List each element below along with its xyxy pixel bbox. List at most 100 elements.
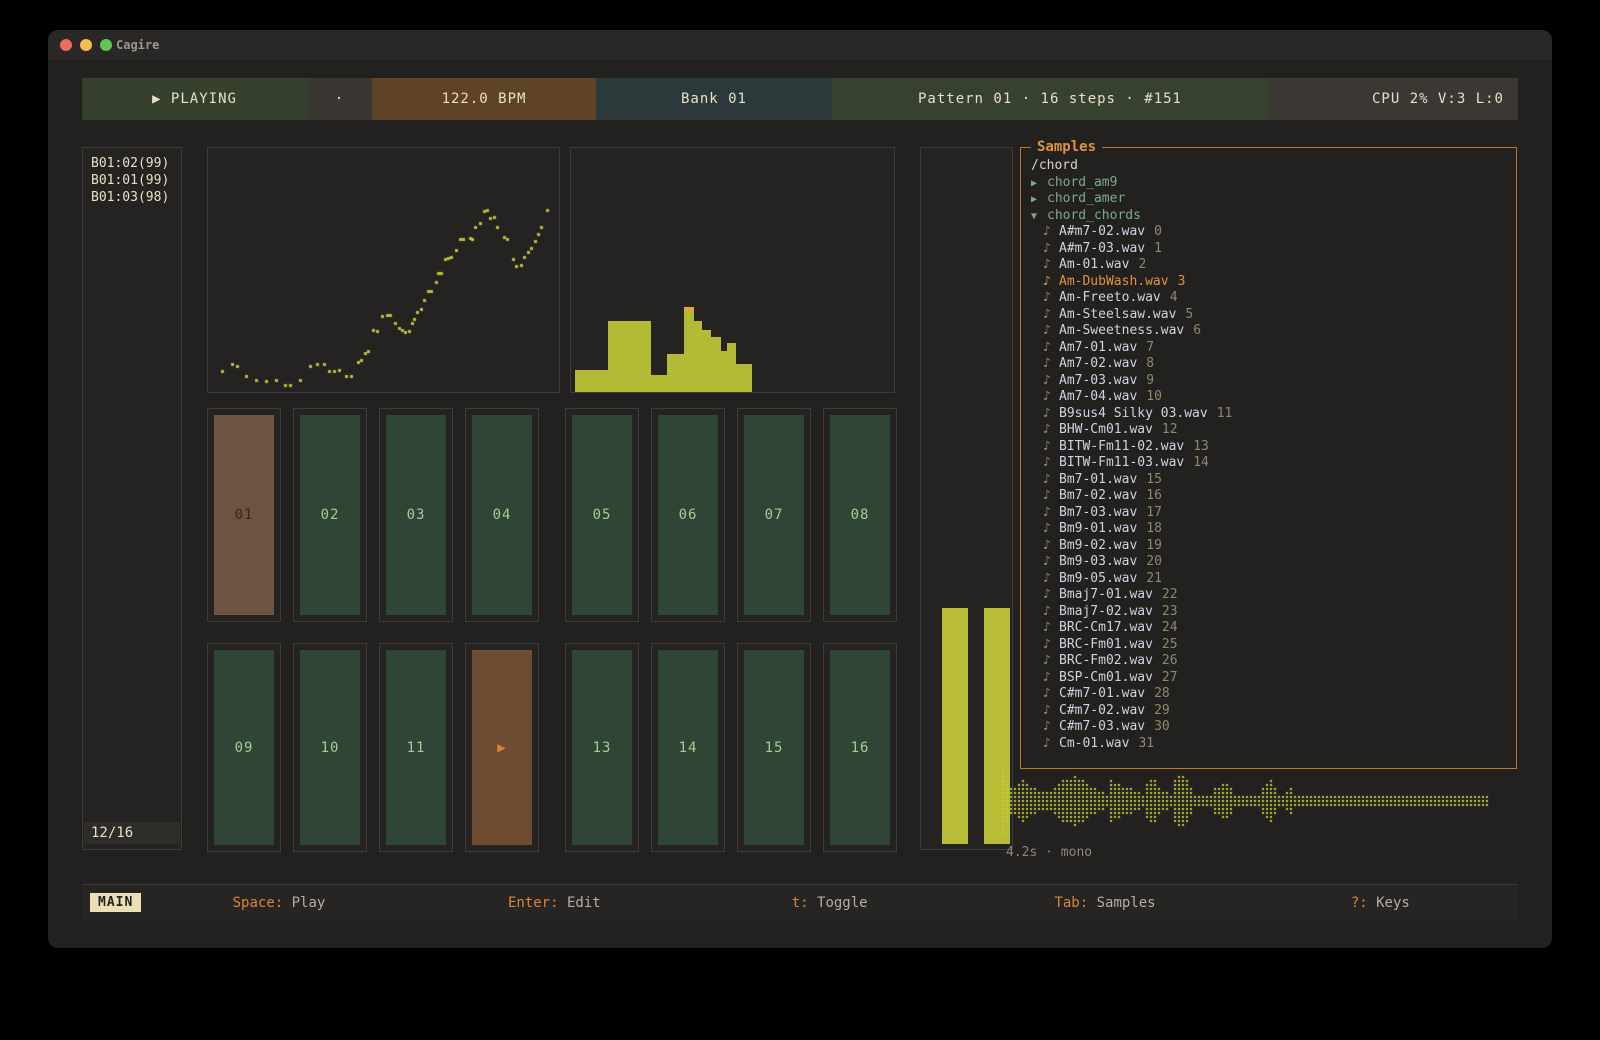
music-note-icon: ♪ — [1043, 241, 1059, 258]
pad-3-surface[interactable]: 03 — [386, 415, 446, 615]
pad-6-surface[interactable]: 06 — [658, 415, 718, 615]
sample-file-row[interactable]: ♪Am-Freeto.wav4 — [1031, 290, 1516, 307]
pad-1-surface[interactable]: 01 — [214, 415, 274, 615]
sample-file-row[interactable]: ♪Am-DubWash.wav3 — [1031, 274, 1516, 291]
title-bar[interactable]: Cagire — [48, 30, 1552, 60]
sample-file-row[interactable]: ♪Cm-01.wav31 — [1031, 736, 1516, 753]
sample-file-row[interactable]: ♪B9sus4 Silky 03.wav11 — [1031, 406, 1516, 423]
sample-file-row[interactable]: ♪Bm9-05.wav21 — [1031, 571, 1516, 588]
pad-11[interactable]: 11 — [379, 643, 453, 852]
status-segment-transport-status: ▶ PLAYING — [82, 78, 307, 120]
hint-t: t: Toggle — [692, 895, 967, 911]
folder-row[interactable]: ▼chord_chords — [1031, 208, 1516, 225]
sample-file-row[interactable]: ♪C#m7-03.wav30 — [1031, 719, 1516, 736]
sample-file-row[interactable]: ♪Bm9-02.wav19 — [1031, 538, 1516, 555]
sample-file-row[interactable]: ♪Bm9-01.wav18 — [1031, 521, 1516, 538]
music-note-icon: ♪ — [1043, 637, 1059, 654]
sample-file-row[interactable]: ♪A#m7-03.wav1 — [1031, 241, 1516, 258]
sample-file-row[interactable]: ♪Bm7-03.wav17 — [1031, 505, 1516, 522]
pad-4[interactable]: 04 — [465, 408, 539, 622]
sample-file-row[interactable]: ♪Bm7-01.wav15 — [1031, 472, 1516, 489]
pad-label: 04 — [493, 507, 512, 523]
pad-6[interactable]: 06 — [651, 408, 725, 622]
histogram-bar — [575, 370, 608, 392]
sample-file-row[interactable]: ♪C#m7-01.wav28 — [1031, 686, 1516, 703]
zoom-window-button[interactable] — [100, 39, 112, 51]
sample-file-row[interactable]: ♪C#m7-02.wav29 — [1031, 703, 1516, 720]
sample-file-row[interactable]: ♪A#m7-02.wav0 — [1031, 224, 1516, 241]
hint-key: t: — [792, 895, 809, 911]
pad-14-surface[interactable]: 14 — [658, 650, 718, 845]
sample-file-row[interactable]: ♪Bm7-02.wav16 — [1031, 488, 1516, 505]
sample-file-row[interactable]: ♪Bm9-03.wav20 — [1031, 554, 1516, 571]
sample-file-row[interactable]: ♪Am-01.wav2 — [1031, 257, 1516, 274]
pad-2[interactable]: 02 — [293, 408, 367, 622]
sample-file-row[interactable]: ♪Am7-02.wav8 — [1031, 356, 1516, 373]
pad-3[interactable]: 03 — [379, 408, 453, 622]
sample-file-row[interactable]: ♪Am7-01.wav7 — [1031, 340, 1516, 357]
pad-13-surface[interactable]: 13 — [572, 650, 632, 845]
step-counter: 12/16 — [84, 822, 180, 844]
pad-7[interactable]: 07 — [737, 408, 811, 622]
music-note-icon: ♪ — [1043, 505, 1059, 522]
sample-file-row[interactable]: ♪BRC-Fm01.wav25 — [1031, 637, 1516, 654]
sample-file-row[interactable]: ♪Bmaj7-01.wav22 — [1031, 587, 1516, 604]
pad-14[interactable]: 14 — [651, 643, 725, 852]
pad-10[interactable]: 10 — [293, 643, 367, 852]
music-note-icon: ♪ — [1043, 571, 1059, 588]
sample-file-index: 5 — [1185, 307, 1193, 322]
pad-7-surface[interactable]: 07 — [744, 415, 804, 615]
sample-file-row[interactable]: ♪BRC-Cm17.wav24 — [1031, 620, 1516, 637]
sample-file-row[interactable]: ♪Am-Steelsaw.wav5 — [1031, 307, 1516, 324]
sample-file-row[interactable]: ♪Am7-04.wav10 — [1031, 389, 1516, 406]
footer-bar: MAIN Space: PlayEnter: Editt: ToggleTab:… — [82, 884, 1518, 920]
histogram-bar — [743, 364, 752, 392]
pad-5-surface[interactable]: 05 — [572, 415, 632, 615]
pad-13[interactable]: 13 — [565, 643, 639, 852]
pad-label: 01 — [235, 507, 254, 523]
pad-5[interactable]: 05 — [565, 408, 639, 622]
music-note-icon: ♪ — [1043, 538, 1059, 555]
histogram-bar — [608, 321, 651, 392]
sample-file-row[interactable]: ♪Am-Sweetness.wav6 — [1031, 323, 1516, 340]
sample-file-row[interactable]: ♪BSP-Cm01.wav27 — [1031, 670, 1516, 687]
folder-row[interactable]: ▶chord_amer — [1031, 191, 1516, 208]
hint-label: Samples — [1088, 895, 1155, 911]
histogram-chart — [575, 307, 752, 392]
samples-list[interactable]: /chord▶chord_am9▶chord_amer▼chord_chords… — [1021, 148, 1516, 752]
folder-name: chord_chords — [1047, 208, 1141, 223]
pad-15[interactable]: 15 — [737, 643, 811, 852]
folder-row[interactable]: ▶chord_am9 — [1031, 175, 1516, 192]
histogram-bar — [711, 337, 721, 392]
sample-file-row[interactable]: ♪BITW-Fm11-03.wav14 — [1031, 455, 1516, 472]
voice-list: B01:02(99)B01:01(99)B01:03(98) — [83, 148, 181, 206]
sample-file-row[interactable]: ♪Am7-03.wav9 — [1031, 373, 1516, 390]
pad-16-surface[interactable]: 16 — [830, 650, 890, 845]
music-note-icon: ♪ — [1043, 521, 1059, 538]
pad-1[interactable]: 01 — [207, 408, 281, 622]
sample-file-name: BITW-Fm11-02.wav — [1059, 439, 1184, 454]
pad-11-surface[interactable]: 11 — [386, 650, 446, 845]
pad-9[interactable]: 09 — [207, 643, 281, 852]
minimize-window-button[interactable] — [80, 39, 92, 51]
pad-12[interactable]: ▶ — [465, 643, 539, 852]
pad-2-surface[interactable]: 02 — [300, 415, 360, 615]
pad-15-surface[interactable]: 15 — [744, 650, 804, 845]
pad-8[interactable]: 08 — [823, 408, 897, 622]
sample-file-row[interactable]: ♪BHW-Cm01.wav12 — [1031, 422, 1516, 439]
pad-8-surface[interactable]: 08 — [830, 415, 890, 615]
close-window-button[interactable] — [60, 39, 72, 51]
pad-9-surface[interactable]: 09 — [214, 650, 274, 845]
pad-16[interactable]: 16 — [823, 643, 897, 852]
sample-file-row[interactable]: ♪Bmaj7-02.wav23 — [1031, 604, 1516, 621]
sample-file-row[interactable]: ♪BRC-Fm02.wav26 — [1031, 653, 1516, 670]
status-segment-tempo: 122.0 BPM — [372, 78, 596, 120]
samples-panel-title: Samples — [1031, 139, 1102, 155]
pad-12-surface[interactable]: ▶ — [472, 650, 532, 845]
pad-4-surface[interactable]: 04 — [472, 415, 532, 615]
sample-file-name: Bm9-01.wav — [1059, 521, 1137, 536]
pad-label: 10 — [321, 740, 340, 756]
sample-file-row[interactable]: ♪BITW-Fm11-02.wav13 — [1031, 439, 1516, 456]
pad-10-surface[interactable]: 10 — [300, 650, 360, 845]
music-note-icon: ♪ — [1043, 257, 1059, 274]
